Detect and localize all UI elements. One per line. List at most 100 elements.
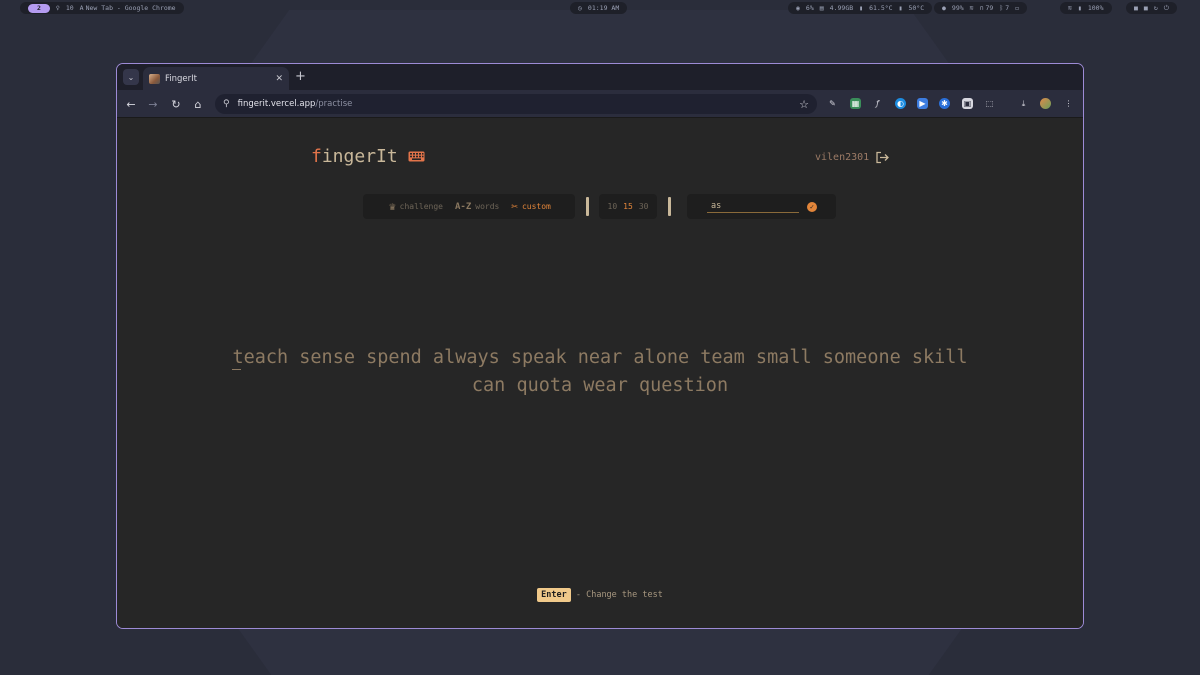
logout-icon[interactable] [875,151,890,164]
pen-icon[interactable]: ✎ [827,98,838,109]
wifi-status-icon: ≋ [1068,4,1072,12]
fx-icon[interactable]: ƒ [872,98,883,109]
address-bar[interactable]: ⚲ fingerit.vercel.app/practise ☆ [215,94,817,114]
memory-usage: 4.99GB [829,4,854,12]
user-area: vilen2301 [815,151,890,164]
browser-window: ⌄ FingerIt ✕ + ← → ↻ ⌂ ⚲ fingerit.vercel… [116,63,1084,629]
duration-selector: 10 15 30 [599,194,657,219]
clock-icon: ◷ [578,4,582,12]
check-icon[interactable]: ✓ [807,201,817,212]
forward-button[interactable]: → [145,96,161,112]
lock-icon[interactable]: ■ [1134,4,1138,12]
duration-10[interactable]: 10 [608,202,618,211]
workspace-other-icon: ♀ [55,4,60,12]
hint-text: - Change the test [570,590,663,600]
tab-title: FingerIt [165,73,197,84]
logo-rest: ingerIt [321,146,398,167]
chevron-down-icon: ⌄ [127,72,135,82]
menu-kebab-icon[interactable]: ⋮ [1063,98,1074,109]
crown-icon: ♛ [389,200,396,213]
headset-value: 79 [985,4,994,12]
workspace-active[interactable]: 2 [28,3,50,13]
memory-icon: ▤ [819,4,824,12]
cpu-usage: 6% [805,4,814,12]
clock-text: 01:19 AM [587,4,620,12]
gear-icon[interactable]: ✱ [939,98,950,109]
app-logo[interactable]: fingerIt [311,146,425,167]
close-icon[interactable]: ✕ [275,74,283,84]
window-title-icon: A [79,4,84,12]
clock-pill: ◷ 01:19 AM [570,2,628,14]
logo-f: f [311,146,322,167]
logout-icon[interactable]: ■ [1144,4,1148,12]
reboot-icon[interactable]: ↻ [1154,4,1158,12]
network-pill: ≋ ▮ 100% [1060,2,1112,14]
home-button[interactable]: ⌂ [190,96,206,112]
custom-word-input[interactable] [707,200,799,213]
mode-challenge-label: challenge [399,202,443,211]
headset-icon: ∩ [979,4,984,12]
temp-1: 61.5°C [869,4,893,12]
puzzle-icon[interactable]: ⬚ [984,98,995,109]
duration-30[interactable]: 30 [639,202,649,211]
tab-fingerit[interactable]: FingerIt ✕ [143,67,289,90]
system-top-bar: 2 ♀ 10 A New Tab - Google Chrome ◷ 01:19… [0,0,1200,16]
mode-custom[interactable]: ✂ custom [511,200,551,213]
words-line-1-rest: sense spend always speak near alone team… [288,347,968,368]
keyboard-icon: ▭ [1015,4,1020,12]
bluetooth-count: 7 [1005,4,1010,12]
separator-2 [668,197,671,216]
workspace-other[interactable]: 10 [66,4,74,12]
stats-pill: ◉ 6% ▤ 4.99GB ▮ 61.5°C ▮ 50°C [788,2,933,14]
new-tab-button[interactable]: + [295,69,306,84]
battery-icon: ▮ [1077,4,1082,12]
page-content: fingerIt vilen2301 ♛ challenge A-Z words… [117,118,1083,628]
site-info-icon[interactable]: ⚲ [223,99,230,109]
arrow-right-icon: → [148,97,158,111]
active-window-title: New Tab - Google Chrome [85,4,176,12]
url-path: /practise [315,99,353,109]
brightness-icon: ● [942,4,946,12]
duration-15[interactable]: 15 [623,202,633,211]
url-host: fingerit.vercel.app [237,99,316,109]
thermometer-icon: ▮ [859,4,864,12]
url-text: fingerit.vercel.app/practise [238,99,353,109]
az-icon: A-Z [454,201,472,212]
words-line-2: can quota wear question [471,375,729,396]
brightness-value: 99% [951,4,964,12]
tools-icon: ✂ [511,200,518,213]
home-icon: ⌂ [194,97,202,111]
custom-word-panel: ✓ [687,194,836,219]
download-icon[interactable]: ⤓ [1018,98,1029,109]
separator [586,197,589,216]
bookmark-star-icon[interactable]: ☆ [799,98,809,111]
typing-words[interactable]: teach sense spend always speak near alon… [117,344,1083,400]
username[interactable]: vilen2301 [815,152,869,163]
current-word: teach [232,347,289,368]
back-button[interactable]: ← [123,96,139,112]
words-line-1: teach sense spend always speak near alon… [117,344,1083,372]
power-icon[interactable]: ⏻ [1164,4,1169,13]
fingerit-favicon-icon [149,73,160,84]
enter-key-badge[interactable]: Enter [537,588,571,602]
profile-avatar[interactable] [1040,98,1051,109]
browser-toolbar: ← → ↻ ⌂ ⚲ fingerit.vercel.app/practise ☆… [117,90,1083,118]
mode-words[interactable]: A-Z words [455,202,499,212]
temp-2: 50°C [908,4,925,12]
workspaces-pill: 2 ♀ 10 A New Tab - Google Chrome [20,2,184,14]
blue-circle-icon[interactable]: ◐ [895,98,906,109]
tab-search-button[interactable]: ⌄ [123,69,139,85]
arrow-left-icon: ← [126,97,136,111]
wifi-icon: ≋ [969,4,974,12]
power-pill: ■ ■ ↻ ⏻ [1126,2,1177,14]
cpu-icon: ◉ [796,4,800,12]
reload-button[interactable]: ↻ [168,96,184,112]
mode-custom-label: custom [521,202,551,211]
photo-icon[interactable]: ▣ [962,98,973,109]
video-icon[interactable]: ▶ [917,98,928,109]
battery-value: 100% [1087,4,1104,12]
grid-icon[interactable]: ▦ [850,98,861,109]
thermometer-icon-2: ▮ [898,4,903,12]
hint-bar: Enter - Change the test [117,588,1083,602]
mode-challenge[interactable]: ♛ challenge [389,200,443,213]
